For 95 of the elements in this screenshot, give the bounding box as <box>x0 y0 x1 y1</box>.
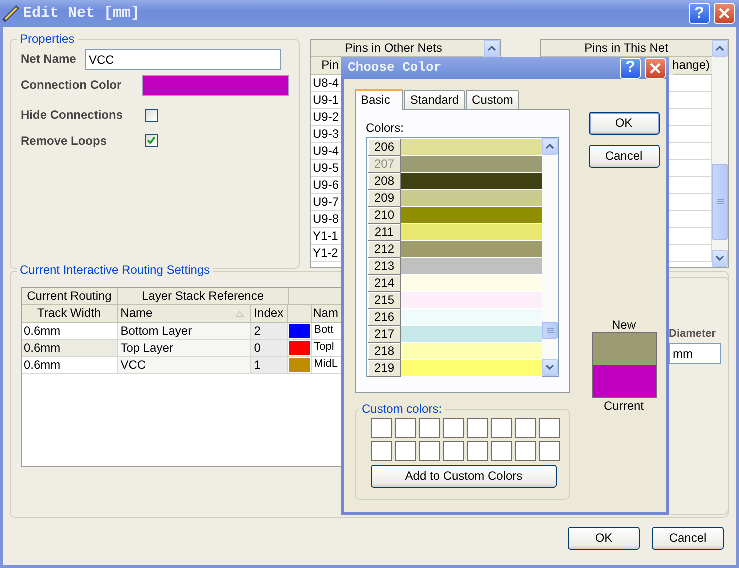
chevron-up-icon <box>546 144 554 150</box>
color-slot[interactable] <box>443 441 464 462</box>
column-header[interactable]: Nam <box>312 305 342 323</box>
group-header: Layer Stack Reference <box>118 288 289 305</box>
color-slot[interactable] <box>419 418 440 438</box>
pencil-icon <box>2 4 20 22</box>
color-slot[interactable] <box>467 418 488 438</box>
color-number-button[interactable]: 215 <box>368 292 401 310</box>
color-slot[interactable] <box>515 441 536 462</box>
color-number-button[interactable]: 206 <box>368 139 401 156</box>
color-slot[interactable] <box>539 441 560 462</box>
color-swatch[interactable] <box>142 75 289 96</box>
grip-icon <box>546 328 554 334</box>
color-slot[interactable] <box>395 441 416 462</box>
net-name-field[interactable]: VCC <box>85 49 281 70</box>
field-label: Diameter <box>669 328 718 342</box>
tab[interactable]: Basic <box>355 89 404 110</box>
sort-arrow-icon <box>236 310 244 316</box>
chevron-down-icon <box>716 256 724 261</box>
chevron-up-icon <box>488 46 496 51</box>
cancel-button[interactable]: Cancel <box>588 145 660 168</box>
table-cell: 0.6mm <box>22 323 118 340</box>
color-number-button[interactable]: 219 <box>368 360 401 378</box>
diameter-field[interactable]: mm <box>669 343 721 364</box>
grip-icon <box>716 199 724 205</box>
color-slot[interactable] <box>371 418 392 438</box>
color-number-button[interactable]: 218 <box>368 343 401 360</box>
ok-button[interactable]: OK <box>588 112 660 135</box>
color-number-button[interactable]: 211 <box>368 224 401 242</box>
color-number-button[interactable]: 209 <box>368 190 401 208</box>
table-cell: 1 <box>251 357 288 374</box>
color-slot[interactable] <box>491 441 512 462</box>
table-cell: 0.6mm <box>22 340 118 357</box>
window-title: Edit Net [mm] <box>23 4 140 22</box>
list-label: Colors: <box>366 121 406 136</box>
scroll-down-button[interactable] <box>712 250 728 267</box>
chevron-down-icon <box>546 365 554 370</box>
close-icon <box>719 8 730 19</box>
scroll-up-button[interactable] <box>542 138 558 156</box>
group-title: Custom colors: <box>361 403 444 416</box>
checkbox-label: Remove Loops <box>21 134 108 148</box>
ok-button[interactable]: OK <box>568 527 640 550</box>
preview-label: New <box>612 318 636 332</box>
color-number-button[interactable]: 214 <box>368 275 401 292</box>
close-icon <box>650 62 661 74</box>
dialog-title: Choose Color <box>348 60 442 76</box>
close-button[interactable] <box>714 3 735 24</box>
table-title: Pins in Other Nets <box>311 40 484 57</box>
preview-label: Current <box>604 399 644 414</box>
table-cell: Bottom Layer <box>118 323 252 340</box>
color-number-button[interactable]: 216 <box>368 309 401 326</box>
table-cell: Top Layer <box>118 340 252 357</box>
column-header[interactable]: Name <box>118 305 252 323</box>
check-icon <box>146 135 157 146</box>
add-custom-colors-button[interactable]: Add to Custom Colors <box>371 465 557 488</box>
group-title: Current Interactive Routing Settings <box>17 264 214 278</box>
cancel-button[interactable]: Cancel <box>652 527 724 550</box>
field-label: Net Name <box>21 52 78 67</box>
color-slot[interactable] <box>515 418 536 438</box>
table-title: Pins in This Net <box>541 40 712 57</box>
table-cell: 0 <box>251 340 288 357</box>
scroll-down-button[interactable] <box>542 359 558 376</box>
color-slot[interactable] <box>395 418 416 438</box>
field-label: Connection Color <box>21 78 123 93</box>
table-cell: 2 <box>251 323 288 340</box>
tab[interactable]: Custom <box>466 90 520 109</box>
color-number-button[interactable]: 210 <box>368 207 401 224</box>
color-slot[interactable] <box>419 441 440 462</box>
column-header[interactable]: Pin <box>311 57 342 75</box>
checkbox[interactable] <box>145 108 158 122</box>
color-slot[interactable] <box>443 418 464 438</box>
color-slot[interactable] <box>539 418 560 438</box>
color-number-button[interactable]: 213 <box>368 258 401 276</box>
table-cell: VCC <box>118 357 252 374</box>
checkbox-label: Hide Connections <box>21 108 124 123</box>
color-number-button[interactable]: 217 <box>368 326 401 344</box>
scroll-thumb[interactable] <box>542 322 558 340</box>
scroll-up-button[interactable] <box>484 40 500 57</box>
group-header: Current Routing <box>22 288 118 305</box>
color-number-button[interactable]: 208 <box>368 173 401 190</box>
column-header[interactable]: hange) <box>672 57 712 75</box>
checkbox[interactable] <box>145 134 158 148</box>
tab[interactable]: Standard <box>404 90 466 109</box>
group-title: Properties <box>19 33 76 46</box>
scroll-up-button[interactable] <box>712 40 728 57</box>
color-number-button[interactable]: 212 <box>368 241 401 258</box>
close-button[interactable] <box>645 58 666 78</box>
color-slot[interactable] <box>371 441 392 462</box>
table-cell: 0.6mm <box>22 357 118 374</box>
color-slot[interactable] <box>467 441 488 462</box>
scroll-thumb[interactable] <box>712 164 728 240</box>
color-slot[interactable] <box>491 418 512 438</box>
column-header[interactable]: Track Width <box>22 305 118 323</box>
column-header[interactable]: Index <box>251 305 288 323</box>
chevron-up-icon <box>716 46 724 51</box>
